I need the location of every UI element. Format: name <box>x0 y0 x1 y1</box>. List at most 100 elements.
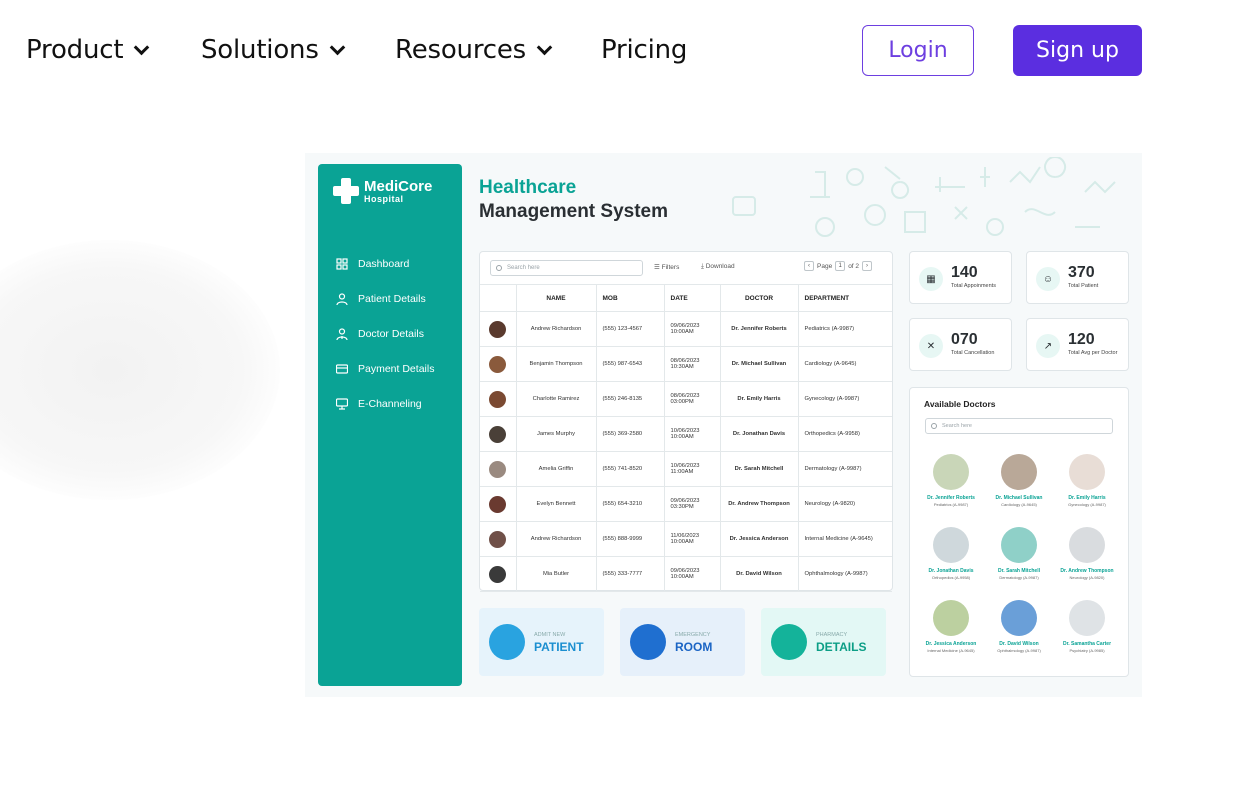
cell-doctor: Dr. David Wilson <box>720 556 799 592</box>
cell-date-time: 10:30AM <box>670 364 694 370</box>
pill-bottle-icon <box>771 624 807 660</box>
cell-date: 10/06/2023 11:00AM <box>664 451 721 487</box>
stat-total-patient: ☺ 370 Total Patient <box>1026 251 1129 304</box>
cell-doctor: Dr. Andrew Thompson <box>720 486 799 522</box>
cell-date-time: 10:00AM <box>670 574 694 580</box>
stat-label: Total Cancellation <box>951 350 995 356</box>
card-icon <box>336 363 348 374</box>
appointments-table: NAME MOB DATE DOCTOR DEPARTMENT Andrew R… <box>480 284 892 592</box>
doctor-card: Dr. Jonathan Davis Orthopedics (A-9958) <box>917 527 985 587</box>
cell-name: Amelia Griffin <box>516 451 597 487</box>
avatar-cell <box>480 381 517 417</box>
table-row: Mia Butler (555) 333-7777 09/06/2023 10:00A… <box>480 556 892 592</box>
cell-doctor: Dr. Jennifer Roberts <box>720 311 799 347</box>
cell-date: 09/06/2023 10:00AM <box>664 311 721 347</box>
doctor-card: Dr. Jessica Anderson Internal Medicine (A… <box>917 600 985 660</box>
nav-pricing[interactable]: Pricing <box>601 30 687 70</box>
nav-resources-label: Resources <box>395 35 526 65</box>
chart-icon: ↗ <box>1036 334 1060 358</box>
medical-cross-icon <box>333 178 359 204</box>
avatar <box>489 565 506 583</box>
stat-total-avg-per-doctor: ↗ 120 Total Avg per Doctor <box>1026 318 1129 371</box>
stat-value: 140 <box>951 264 978 281</box>
cell-date-time: 03:30PM <box>670 504 694 510</box>
doctor-photo <box>1069 527 1105 563</box>
tile-caption: EMERGENCY <box>675 632 711 638</box>
table-row: Andrew Richardson (555) 123-4567 09/06/202… <box>480 311 892 347</box>
table-row: Benjamin Thompson (555) 987-6543 08/06/202… <box>480 346 892 382</box>
sidebar-item-label: Doctor Details <box>358 327 424 340</box>
search-icon <box>931 423 937 429</box>
nav-product[interactable]: Product <box>26 30 150 70</box>
doctor-name: Dr. Andrew Thompson <box>1060 568 1114 574</box>
table-row: Andrew Richardson (555) 888-9999 11/06/202… <box>480 521 892 557</box>
cell-doctor: Dr. Emily Harris <box>720 381 799 417</box>
doctor-photo <box>1001 527 1037 563</box>
signup-button[interactable]: Sign up <box>1013 25 1142 76</box>
medicore-logo: MediCore Hospital <box>333 178 432 204</box>
nav-resources[interactable]: Resources <box>395 30 553 70</box>
page-current: 1 <box>835 261 846 271</box>
mockup-title-line1: Healthcare <box>479 177 577 198</box>
sidebar-item-dashboard: Dashboard <box>336 246 460 281</box>
nav-product-label: Product <box>26 35 124 65</box>
doctor-name: Dr. Sarah Mitchell <box>998 568 1040 574</box>
column-header-department: DEPARTMENT <box>798 284 892 312</box>
cell-department: Gynecology (A-9987) <box>798 381 892 417</box>
medical-pattern-decoration <box>732 157 1116 237</box>
cell-doctor: Dr. Jessica Anderson <box>720 521 799 557</box>
cell-date: 08/06/2023 10:30AM <box>664 346 721 382</box>
filters-label: Filters <box>661 264 680 271</box>
doctor-card: Dr. Emily Harris Gynecology (A-9987) <box>1053 454 1121 514</box>
column-header-avatar <box>480 284 517 312</box>
cell-date-time: 10:00AM <box>670 329 694 335</box>
download-control: ⤓ Download <box>701 263 735 270</box>
sidebar-item-e-channeling: E-Channeling <box>336 386 460 421</box>
doctor-specialty: Pediatrics (A-9987) <box>933 502 969 507</box>
doctor-icon <box>336 327 348 340</box>
doctor-search-placeholder: Search here <box>942 423 972 429</box>
avatar <box>489 530 506 548</box>
nav-solutions[interactable]: Solutions <box>201 30 345 70</box>
calendar-icon: ▦ <box>919 267 943 291</box>
doctor-photo <box>933 454 969 490</box>
doctor-card: Dr. Michael Sullivan Cardiology (A-9645) <box>985 454 1053 514</box>
doctor-specialty: Dermatology (A-9987) <box>999 575 1039 580</box>
doctor-photo <box>1001 454 1037 490</box>
sidebar-item-label: Dashboard <box>358 257 410 270</box>
cell-date: 08/06/2023 03:00PM <box>664 381 721 417</box>
cell-date-time: 11:00AM <box>670 469 694 475</box>
grid-icon <box>336 257 348 270</box>
cell-department: Orthopedics (A-9958) <box>798 416 892 452</box>
cell-mob: (555) 741-8520 <box>596 451 665 487</box>
background-blob <box>0 240 280 500</box>
doctor-name: Dr. Jessica Anderson <box>925 641 977 647</box>
stat-label: Total Patient <box>1068 283 1099 289</box>
doctor-specialty: Cardiology (A-9645) <box>1001 502 1037 507</box>
action-tile-details: PHARMACY DETAILS <box>761 608 886 676</box>
cell-department: Pediatrics (A-9987) <box>798 311 892 347</box>
cell-name: Benjamin Thompson <box>516 346 597 382</box>
doctor-card: Dr. Andrew Thompson Neurology (A-9820) <box>1053 527 1121 587</box>
download-label: Download <box>705 263 735 270</box>
tile-title: ROOM <box>675 640 713 654</box>
cell-department: Dermatology (A-9987) <box>798 451 892 487</box>
cell-department: Neurology (A-9820) <box>798 486 892 522</box>
table-search-input: Search here <box>490 260 643 276</box>
doctor-name: Dr. Samantha Carter <box>1062 641 1112 647</box>
avatar <box>489 320 506 338</box>
cell-name: Evelyn Bennett <box>516 486 597 522</box>
cell-date-time: 03:00PM <box>670 399 694 405</box>
avatar-cell <box>480 521 517 557</box>
nav-solutions-label: Solutions <box>201 35 319 65</box>
column-header-date: DATE <box>664 284 721 312</box>
doctor-photo <box>933 600 969 636</box>
avatar <box>489 495 506 513</box>
sidebar-item-label: Payment Details <box>358 362 435 375</box>
login-button[interactable]: Login <box>862 25 974 76</box>
cell-date: 11/06/2023 10:00AM <box>664 521 721 557</box>
tile-caption: PHARMACY <box>816 632 848 638</box>
table-row: Charlotte Ramirez (555) 246-8135 08/06/202… <box>480 381 892 417</box>
doctor-card: Dr. Samantha Carter Psychiatry (A-9985) <box>1053 600 1121 660</box>
chevron-down-icon <box>329 39 345 55</box>
